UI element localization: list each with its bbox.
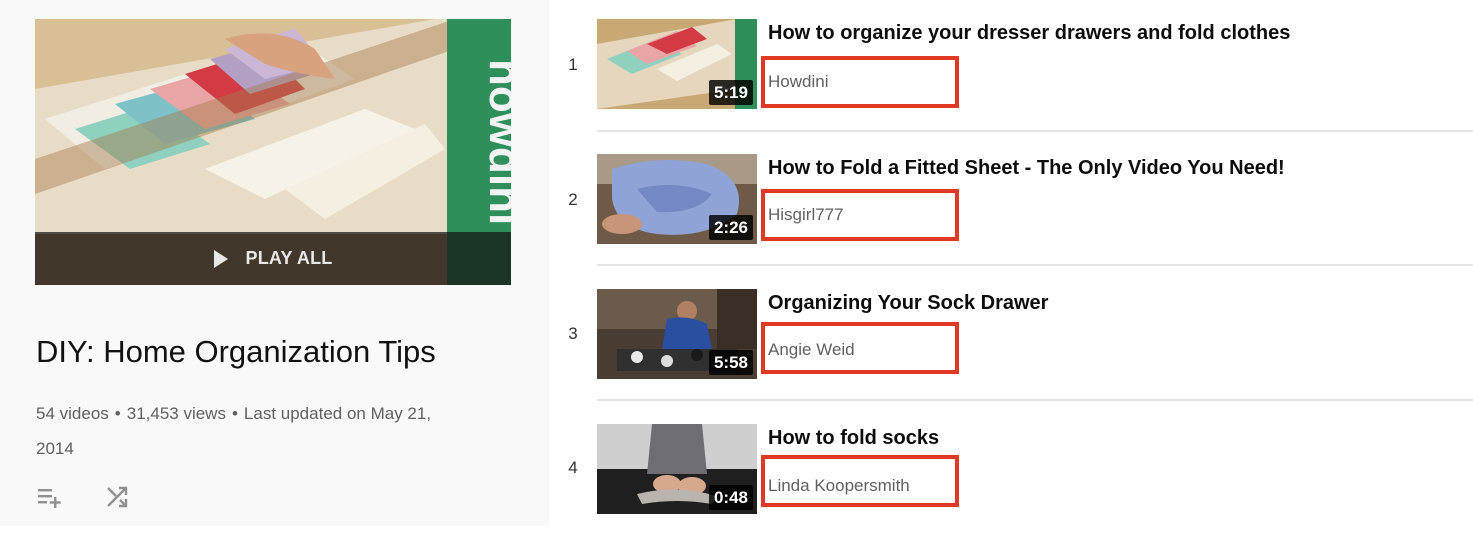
video-title[interactable]: How to Fold a Fitted Sheet - The Only Vi… bbox=[768, 157, 1285, 180]
add-to-queue-icon[interactable] bbox=[36, 484, 66, 510]
duration-badge: 5:58 bbox=[708, 350, 753, 375]
view-count: 31,453 views bbox=[126, 404, 226, 423]
playlist-item[interactable]: 4 0:48 How to fold socks Linda Koopersmi… bbox=[560, 405, 1473, 533]
stats-separator: • bbox=[231, 404, 238, 423]
highlight-box bbox=[761, 56, 959, 108]
playlist-item[interactable]: 1 5:19 How to organize your dresser draw… bbox=[560, 0, 1473, 128]
divider bbox=[597, 399, 1473, 401]
video-title[interactable]: Organizing Your Sock Drawer bbox=[768, 292, 1048, 315]
video-thumbnail[interactable]: 5:58 bbox=[597, 289, 757, 379]
shuffle-icon[interactable] bbox=[104, 484, 134, 510]
divider bbox=[597, 264, 1473, 266]
hero-brand-text: howdini bbox=[480, 59, 511, 225]
item-index: 3 bbox=[568, 324, 578, 343]
item-index: 4 bbox=[568, 458, 578, 477]
highlight-box bbox=[761, 322, 959, 374]
video-count: 54 videos bbox=[36, 404, 109, 423]
play-icon bbox=[213, 249, 228, 268]
playlist-stats: 54 videos • 31,453 views • Last updated on M… bbox=[36, 396, 506, 466]
highlight-box bbox=[761, 189, 959, 241]
stats-separator: • bbox=[114, 404, 121, 423]
video-title[interactable]: How to fold socks bbox=[768, 427, 939, 450]
duration-badge: 5:19 bbox=[708, 80, 753, 105]
playlist-title[interactable]: DIY: Home Organization Tips bbox=[36, 334, 436, 370]
highlight-box bbox=[761, 455, 959, 507]
duration-badge: 2:26 bbox=[708, 215, 753, 240]
playlist-item[interactable]: 2 2:26 How to Fold a Fitted Sheet - The … bbox=[560, 135, 1473, 263]
play-all-label: PLAY ALL bbox=[245, 248, 333, 268]
playlist-actions bbox=[36, 484, 134, 510]
last-updated: Last updated on May 21, bbox=[243, 404, 432, 423]
item-index: 2 bbox=[568, 190, 578, 209]
playlist-sidebar: howdini PLAY ALL DIY: Home Organization … bbox=[0, 0, 549, 526]
play-all-button[interactable]: PLAY ALL bbox=[35, 232, 511, 285]
playlist-hero-thumbnail[interactable]: howdini PLAY ALL bbox=[35, 19, 511, 285]
last-updated-year: 2014 bbox=[36, 439, 74, 458]
video-thumbnail[interactable]: 2:26 bbox=[597, 154, 757, 244]
video-title[interactable]: How to organize your dresser drawers and… bbox=[768, 22, 1290, 45]
duration-badge: 0:48 bbox=[708, 485, 753, 510]
video-thumbnail[interactable]: 5:19 bbox=[597, 19, 757, 109]
playlist-item[interactable]: 3 5:58 Organizing Your Sock Drawer Angie… bbox=[560, 270, 1473, 398]
divider bbox=[597, 130, 1473, 132]
video-thumbnail[interactable]: 0:48 bbox=[597, 424, 757, 514]
item-index: 1 bbox=[568, 55, 578, 74]
